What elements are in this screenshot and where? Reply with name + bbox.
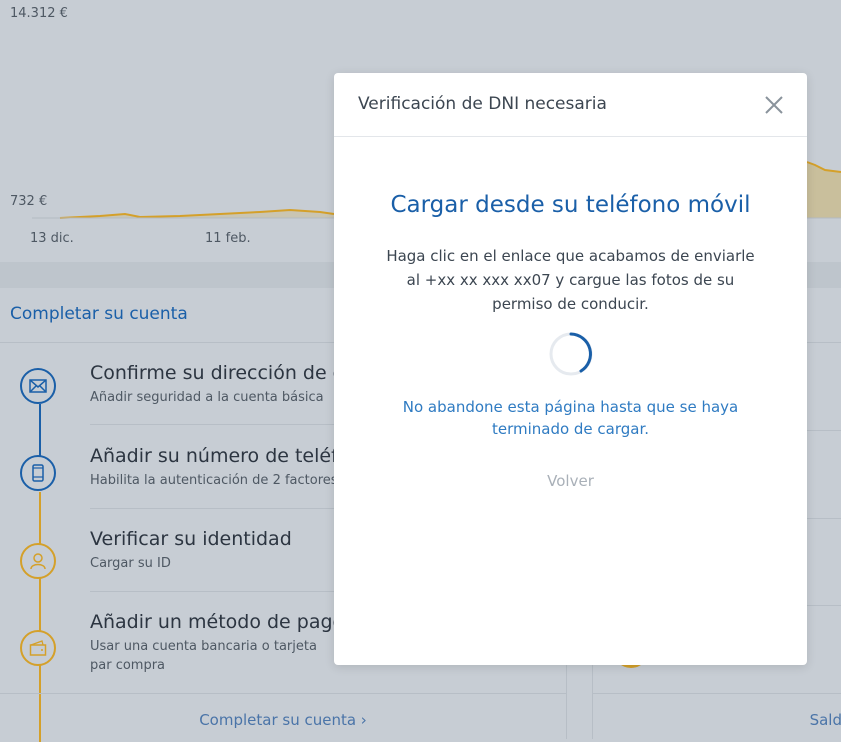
step-title[interactable]: Añadir un método de pago: [90, 611, 344, 633]
close-icon: [765, 96, 783, 114]
timeline-line: [39, 404, 41, 458]
id-verification-modal: Verificación de DNI necesaria Cargar des…: [334, 73, 807, 665]
step-title[interactable]: Confirme su dirección de c: [90, 362, 343, 384]
modal-body-text: Haga clic en el enlace que acabamos de e…: [386, 247, 755, 313]
close-button[interactable]: [763, 94, 785, 116]
card-title: Completar su cuenta: [10, 304, 188, 324]
x-label-2: 11 feb.: [205, 231, 251, 246]
step-title[interactable]: Verificar su identidad: [90, 528, 292, 550]
timeline-line: [39, 492, 41, 742]
modal-title: Verificación de DNI necesaria: [358, 94, 607, 114]
divider: [593, 693, 841, 694]
y-max-label: 14.312 €: [10, 6, 68, 21]
upload-warning-text: No abandone esta página hasta que se hay…: [402, 398, 739, 438]
step-title[interactable]: Añadir su número de teléfo: [90, 445, 349, 467]
step-desc: Usar una cuenta bancaria o tarjeta par c…: [90, 639, 317, 673]
phone-icon: [20, 455, 56, 491]
user-icon: [20, 543, 56, 579]
divider: [0, 693, 566, 694]
step-desc: Añadir seguridad a la cuenta básica: [90, 390, 324, 405]
complete-account-link[interactable]: Completar su cuenta ›: [0, 711, 566, 729]
step-desc: Cargar su ID: [90, 556, 171, 571]
loading-spinner-icon: [549, 332, 593, 376]
balance-link[interactable]: Sald: [810, 711, 841, 729]
x-label-1: 13 dic.: [30, 231, 74, 246]
y-min-label: 732 €: [10, 194, 48, 209]
modal-header: Verificación de DNI necesaria: [334, 73, 807, 137]
back-button[interactable]: Volver: [334, 472, 807, 490]
wallet-icon: [20, 630, 56, 666]
step-desc: Habilita la autenticación de 2 factores: [90, 473, 338, 488]
envelope-icon: [20, 368, 56, 404]
modal-heading: Cargar desde su teléfono móvil: [390, 192, 751, 218]
